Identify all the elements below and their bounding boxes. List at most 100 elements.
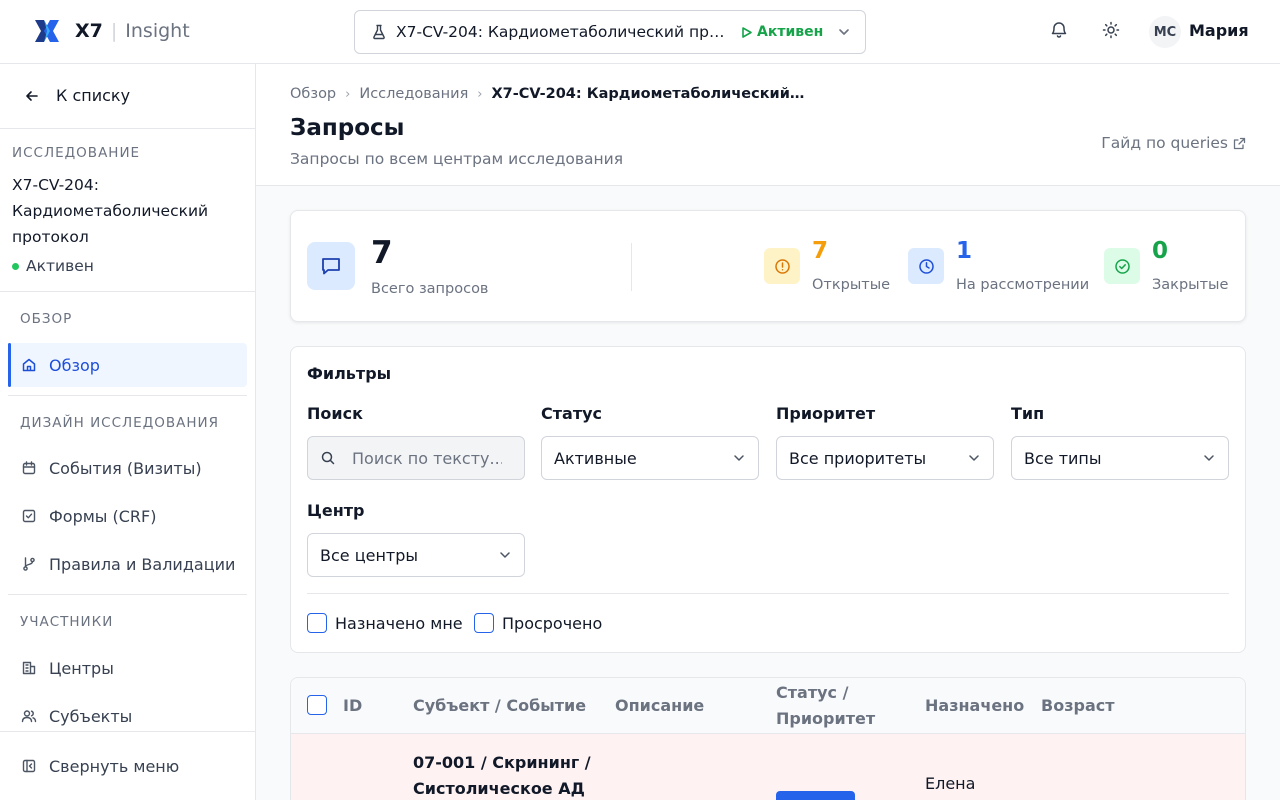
calendar-icon: [22, 461, 36, 475]
chevron-right-icon: ›: [345, 86, 351, 102]
assigned-to-me-checkbox[interactable]: Назначено мне: [307, 613, 463, 633]
site-label: Центр: [307, 501, 365, 520]
brand-name: X7: [75, 20, 103, 42]
building-icon: [22, 661, 36, 675]
site-select[interactable]: Все центры: [307, 533, 525, 577]
chevron-down-icon: [734, 455, 744, 461]
select-all-checkbox[interactable]: [307, 695, 327, 715]
study-status-label: Активен: [757, 24, 824, 40]
breadcrumb-current: X7-CV-204: Кардиометаболический протокол: [491, 86, 807, 102]
breadcrumb-overview[interactable]: Обзор: [290, 86, 336, 102]
alert-circle-icon: [774, 258, 790, 274]
top-bar: X7 | Insight X7-CV-204: Кардиометаболиче…: [0, 0, 1280, 64]
sidebar-item-label: Формы (CRF): [49, 506, 157, 526]
sidebar-item-events[interactable]: События (Визиты): [8, 446, 247, 490]
search-field[interactable]: [307, 436, 525, 480]
study-selector[interactable]: X7-CV-204: Кардиометаболический протокол…: [354, 10, 866, 54]
column-header-description[interactable]: Описание: [615, 693, 704, 719]
divider: [8, 594, 247, 595]
breadcrumb: Обзор › Исследования › X7-CV-204: Кардио…: [290, 86, 807, 102]
column-header-assigned[interactable]: Назначено: [925, 693, 1024, 719]
study-status: Активен: [740, 24, 823, 40]
collapse-menu-button[interactable]: Свернуть меню: [8, 744, 247, 788]
checkbox-box[interactable]: [307, 613, 327, 633]
column-header-subject-event[interactable]: Субъект / Событие: [413, 693, 586, 719]
sidebar-item-forms[interactable]: Формы (CRF): [8, 494, 247, 538]
stat-total-value: 7: [371, 235, 393, 271]
overdue-label: Просрочено: [502, 613, 603, 633]
chevron-down-icon: [1204, 455, 1214, 461]
chevron-down-icon: [969, 455, 979, 461]
type-select-value: Все типы: [1024, 448, 1102, 468]
collapse-menu-label: Свернуть меню: [49, 756, 180, 776]
chevron-right-icon: ›: [477, 86, 483, 102]
sidebar-item-label: События (Визиты): [49, 458, 202, 478]
git-branch-icon: [23, 557, 35, 571]
back-to-list-button[interactable]: К списку: [24, 86, 130, 105]
filters-card: Фильтры Поиск Статус Активные Приоритет …: [290, 346, 1246, 653]
divider: [8, 395, 247, 396]
back-label: К списку: [56, 86, 131, 105]
status-label: Статус: [541, 404, 602, 423]
type-label: Тип: [1011, 404, 1045, 423]
participants-section-title: УЧАСТНИКИ: [20, 614, 114, 630]
stat-total-icon-box: [307, 242, 355, 290]
row-subject-event[interactable]: 07-001 / Скрининг / Систолическое АД: [413, 750, 593, 800]
type-select[interactable]: Все типы: [1011, 436, 1229, 480]
checkbox-box[interactable]: [474, 613, 494, 633]
status-badge: [776, 791, 855, 800]
chevron-down-icon: [500, 552, 510, 558]
sidebar-item-label: Правила и Валидации: [49, 554, 236, 574]
column-header-status-priority[interactable]: Статус / Приоритет: [776, 680, 876, 732]
column-header-age[interactable]: Возраст: [1041, 693, 1115, 719]
avatar[interactable]: МС: [1149, 16, 1181, 48]
overdue-checkbox[interactable]: Просрочено: [474, 613, 602, 633]
design-section-title: ДИЗАЙН ИССЛЕДОВАНИЯ: [20, 415, 220, 431]
flask-icon: [373, 24, 385, 40]
bell-icon[interactable]: [1049, 20, 1069, 40]
column-header-id[interactable]: ID: [343, 693, 362, 719]
status-dot-icon: [12, 262, 19, 270]
stat-closed-label: Закрытые: [1152, 277, 1229, 293]
page-header: Обзор › Исследования › X7-CV-204: Кардио…: [256, 64, 1280, 186]
stats-card: 7 Всего запросов 7 Открытые 1 На рассмот…: [290, 210, 1246, 322]
stat-review-label: На рассмотрении: [956, 277, 1090, 293]
stat-total-label: Всего запросов: [371, 281, 489, 297]
breadcrumb-studies[interactable]: Исследования: [359, 86, 468, 102]
stat-open-value: 7: [812, 238, 829, 264]
priority-label: Приоритет: [776, 404, 876, 423]
sidebar: К списку ИССЛЕДОВАНИЕ X7-CV-204: Кардиом…: [0, 64, 256, 800]
queries-guide-link[interactable]: Гайд по queries: [1101, 134, 1246, 152]
filters-title: Фильтры: [307, 364, 392, 383]
status-select[interactable]: Активные: [541, 436, 759, 480]
search-input[interactable]: [352, 448, 502, 468]
assigned-to-me-label: Назначено мне: [335, 613, 463, 633]
sidebar-study-status: Активен: [12, 257, 94, 275]
sidebar-item-overview[interactable]: Обзор: [8, 343, 247, 387]
sidebar-item-rules[interactable]: Правила и Валидации: [8, 542, 247, 586]
sun-icon[interactable]: [1101, 20, 1121, 40]
external-link-icon: [1233, 137, 1246, 149]
stat-review-value: 1: [956, 238, 973, 264]
guide-link-label: Гайд по queries: [1101, 134, 1228, 152]
sidebar-item-label: Центры: [49, 658, 114, 678]
user-name[interactable]: Мария: [1189, 21, 1249, 40]
sidebar-item-label: Обзор: [49, 355, 100, 375]
home-icon: [22, 358, 36, 372]
table-row[interactable]: 07-001 / Скрининг / Систолическое АД Еле…: [291, 734, 1245, 800]
search-icon: [321, 451, 335, 465]
sidebar-item-sites[interactable]: Центры: [8, 646, 247, 690]
table-header: ID Субъект / Событие Описание Статус / П…: [291, 678, 1245, 734]
page-subtitle: Запросы по всем центрам исследования: [290, 150, 624, 168]
sidebar-collapse-icon: [22, 759, 36, 773]
stat-open-icon-box: [764, 248, 800, 284]
brand-separator: |: [110, 20, 118, 42]
brand[interactable]: X7 | Insight: [33, 17, 190, 45]
page-title: Запросы: [290, 115, 405, 141]
stat-open-label: Открытые: [812, 277, 891, 293]
priority-select[interactable]: Все приоритеты: [776, 436, 994, 480]
stat-review-icon-box: [908, 248, 944, 284]
priority-select-value: Все приоритеты: [789, 448, 927, 468]
stat-closed-icon-box: [1104, 248, 1140, 284]
stat-closed-value: 0: [1152, 238, 1169, 264]
